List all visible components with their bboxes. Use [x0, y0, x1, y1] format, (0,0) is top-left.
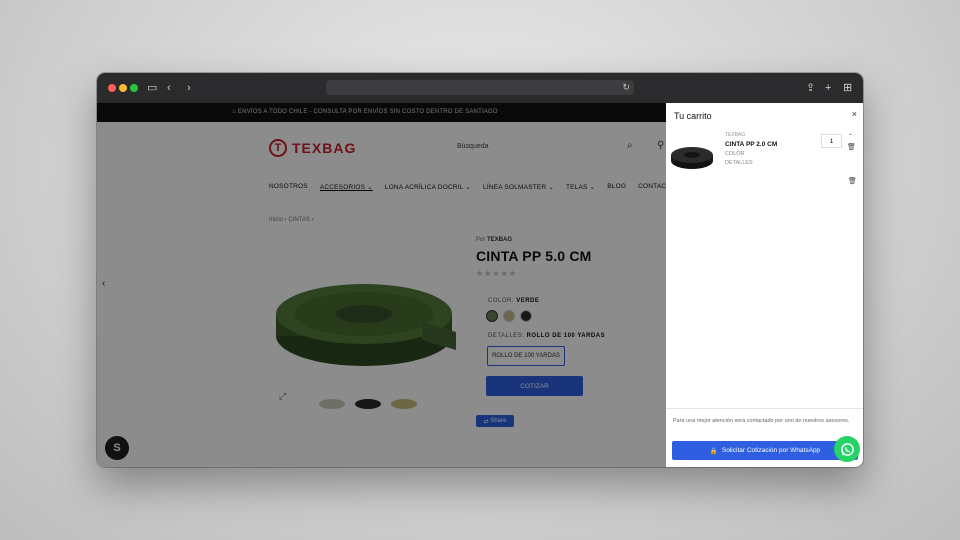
- lock-icon: 🔒: [709, 447, 718, 455]
- cart-footer-note: Para una mejor atención será contactado …: [673, 418, 850, 424]
- sidebar-icon[interactable]: ▭: [147, 81, 157, 95]
- cart-drawer: Tu carrito × TEXBAG CINTA PP 2.0 CM COLO…: [666, 103, 863, 467]
- cart-item-option-color: COLOR: [725, 151, 745, 157]
- close-icon[interactable]: ×: [852, 109, 857, 119]
- cart-title: Tu carrito: [674, 111, 712, 121]
- whatsapp-quote-button[interactable]: 🔒 Solicitar Cotización por WhatsApp: [672, 441, 858, 460]
- cart-item-vendor: TEXBAG: [725, 132, 746, 138]
- web-page: ⌂ ENVÍOS A TODO CHILE - CONSULTA POR ENV…: [97, 103, 863, 467]
- minimize-window-button[interactable]: [119, 84, 127, 92]
- quantity-input[interactable]: 1: [821, 134, 842, 148]
- cart-footer-divider: [666, 408, 863, 409]
- trash-icon[interactable]: 🗑: [847, 143, 856, 151]
- forward-icon[interactable]: ›: [187, 81, 191, 95]
- back-icon[interactable]: ‹: [167, 81, 171, 95]
- new-tab-icon[interactable]: +: [825, 81, 831, 95]
- cart-item-option-details: DETALLES: [725, 160, 753, 166]
- browser-toolbar: ▭ ‹ › ↻ ⇪ + ⊞: [97, 73, 863, 103]
- zoom-window-button[interactable]: [130, 84, 138, 92]
- cart-item-name[interactable]: CINTA PP 2.0 CM: [725, 141, 777, 148]
- address-bar[interactable]: ↻: [326, 80, 634, 95]
- quantity-up-icon[interactable]: ⌃: [848, 133, 853, 140]
- whatsapp-quote-label: Solicitar Cotización por WhatsApp: [721, 447, 821, 454]
- tab-overview-icon[interactable]: ⊞: [843, 81, 852, 95]
- whatsapp-icon[interactable]: [834, 436, 860, 462]
- close-window-button[interactable]: [108, 84, 116, 92]
- remove-all-trash-icon[interactable]: 🗑: [848, 177, 857, 185]
- cart-item-image[interactable]: [670, 145, 714, 171]
- browser-window: ▭ ‹ › ↻ ⇪ + ⊞ ⌂ ENVÍOS A TODO CHILE - CO…: [97, 73, 863, 467]
- share-icon[interactable]: ⇪: [806, 81, 815, 95]
- reload-icon[interactable]: ↻: [622, 80, 630, 95]
